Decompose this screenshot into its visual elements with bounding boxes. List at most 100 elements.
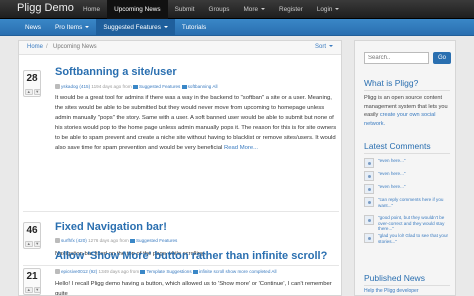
comment-item[interactable]: "glad you lol! Glad to see that your sto… bbox=[364, 232, 452, 248]
vote-count: 21 bbox=[26, 271, 38, 282]
story-category[interactable]: Template Suggestions bbox=[146, 269, 191, 274]
go-button[interactable]: Go bbox=[433, 52, 451, 64]
chevron-down-icon bbox=[163, 26, 168, 29]
user-avatar-icon bbox=[364, 158, 374, 168]
thumbs-down-icon[interactable]: ▼ bbox=[33, 287, 41, 293]
tag-icon bbox=[181, 84, 187, 89]
folder-icon bbox=[129, 238, 135, 243]
subnav-item-pro-items[interactable]: Pro Items bbox=[48, 19, 96, 36]
published-heading: Published News bbox=[364, 273, 425, 283]
vote-box: 46 ▲ ▼ bbox=[23, 222, 41, 249]
brand-logo[interactable]: Pligg Demo bbox=[17, 2, 74, 14]
comment-text: "good point, but they wouldn't be over-c… bbox=[378, 215, 445, 232]
comment-item[interactable]: "good point, but they wouldn't be over-c… bbox=[364, 214, 452, 232]
divider bbox=[364, 90, 450, 91]
topnav-item-more[interactable]: More bbox=[236, 0, 272, 19]
about-heading: What is Pligg? bbox=[364, 78, 419, 88]
story-tag[interactable]: infinite scroll show more completed All bbox=[199, 269, 277, 274]
story-text: It would be a great tool for admins if t… bbox=[55, 95, 337, 152]
topnav-item-label: More bbox=[243, 6, 259, 13]
thumbs-down-icon[interactable]: ▼ bbox=[33, 89, 41, 95]
topnav-item-label: Login bbox=[316, 6, 333, 13]
sort-label: Sort bbox=[314, 44, 326, 50]
avatar bbox=[55, 84, 60, 90]
thumbs-up-icon[interactable]: ▲ bbox=[25, 287, 33, 293]
story-author[interactable]: yskadog (415) bbox=[61, 84, 90, 89]
subnav-item-tutorials[interactable]: Tutorials bbox=[175, 19, 213, 36]
vote-box: 28 ▲ ▼ bbox=[23, 70, 41, 97]
story-title[interactable]: Softbanning a site/user bbox=[55, 66, 177, 78]
story-tag[interactable]: softbanning All bbox=[188, 84, 218, 89]
user-avatar-icon bbox=[364, 215, 374, 225]
story-category[interactable]: Suggested Features bbox=[136, 238, 177, 243]
story-author[interactable]: epicsive0012 (92) bbox=[61, 269, 97, 274]
sub-nav: News Pro Items Suggested Features Tutorials bbox=[18, 19, 213, 36]
folder-icon bbox=[132, 84, 138, 89]
story-meta: surfhfx (420) 1276 days ago from Suggest… bbox=[55, 238, 177, 244]
subnav-item-news[interactable]: News bbox=[18, 19, 48, 36]
breadcrumb-separator: / bbox=[46, 44, 48, 50]
topnav-item-upcoming-news[interactable]: Upcoming News bbox=[107, 0, 168, 19]
subnav-item-label: Suggested Features bbox=[103, 24, 161, 31]
divider bbox=[23, 265, 339, 266]
subnav-item-label: Tutorials bbox=[181, 24, 207, 31]
comment-item[interactable]: "can reply comments here if you want..." bbox=[364, 196, 452, 212]
story-meta: yskadog (415) 1194 days ago from Suggest… bbox=[55, 84, 218, 90]
chevron-down-icon bbox=[85, 26, 90, 29]
avatar bbox=[55, 269, 60, 275]
user-avatar-icon bbox=[364, 233, 374, 243]
comment-text: "even here..." bbox=[378, 171, 406, 176]
chevron-down-icon bbox=[329, 45, 333, 48]
breadcrumb-home[interactable]: Home bbox=[27, 44, 43, 50]
published-item[interactable]: Help the Pligg developer bbox=[364, 288, 418, 294]
story-time: 1349 days ago from bbox=[98, 269, 140, 274]
topnav-item-label: Home bbox=[83, 6, 101, 13]
comment-text: "can reply comments here if you want..." bbox=[378, 197, 444, 208]
story-meta: epicsive0012 (92) 1349 days ago from Tem… bbox=[55, 269, 277, 275]
vote-count: 46 bbox=[26, 225, 38, 236]
sort-dropdown[interactable]: Sort bbox=[315, 44, 333, 50]
top-navbar: Pligg Demo Home Upcoming News Submit Groups… bbox=[0, 0, 474, 19]
thumbs-up-icon[interactable]: ▲ bbox=[25, 89, 33, 95]
topnav-item-register[interactable]: Register bbox=[272, 0, 310, 19]
story-category[interactable]: Suggested Features bbox=[139, 84, 180, 89]
thumbs-down-icon[interactable]: ▼ bbox=[33, 241, 41, 247]
breadcrumb-current: Upcoming News bbox=[53, 44, 97, 50]
divider bbox=[364, 153, 450, 154]
story-title[interactable]: Allow 'Show More' button rather than inf… bbox=[55, 250, 327, 262]
story-title[interactable]: Fixed Navigation bar! bbox=[55, 221, 167, 233]
story-text: Hello! I recall Pligg demo having a butt… bbox=[55, 281, 332, 296]
subnav-item-label: Pro Items bbox=[54, 24, 83, 31]
topnav-item-label: Register bbox=[279, 6, 303, 13]
top-nav: Home Upcoming News Submit Groups More Registe… bbox=[76, 0, 346, 19]
sidebar: Go What is Pligg? Pligg is an open sourc… bbox=[354, 40, 456, 296]
topnav-item-label: Upcoming News bbox=[114, 6, 161, 13]
comment-text: "glad you lol! Glad to see that your sto… bbox=[378, 233, 449, 244]
avatar bbox=[55, 238, 60, 244]
subnav-item-label: News bbox=[25, 24, 41, 31]
breadcrumb: Home / Upcoming News Sort bbox=[19, 41, 341, 55]
topnav-item-groups[interactable]: Groups bbox=[201, 0, 236, 19]
story-body: It would be a great tool for admins if t… bbox=[55, 93, 337, 154]
story-author[interactable]: surfhfx (420) bbox=[61, 238, 87, 243]
divider bbox=[23, 211, 339, 212]
user-avatar-icon bbox=[364, 184, 374, 194]
main-content: Home / Upcoming News Sort 28 ▲ ▼ Softbann… bbox=[18, 40, 342, 296]
user-avatar-icon bbox=[364, 171, 374, 181]
topnav-item-login[interactable]: Login bbox=[310, 0, 347, 19]
comment-text: "even here..." bbox=[378, 184, 406, 189]
comments-heading: Latest Comments bbox=[364, 141, 431, 151]
chevron-down-icon bbox=[261, 8, 266, 11]
user-avatar-icon bbox=[364, 197, 374, 207]
tag-icon bbox=[192, 269, 198, 274]
story-time: 1194 days ago from bbox=[91, 84, 132, 89]
search-input[interactable] bbox=[364, 52, 429, 64]
topnav-item-home[interactable]: Home bbox=[76, 0, 107, 19]
thumbs-up-icon[interactable]: ▲ bbox=[25, 241, 33, 247]
comment-text: "even here..." bbox=[378, 158, 406, 163]
story-body: Hello! I recall Pligg demo having a butt… bbox=[55, 279, 337, 296]
topnav-item-label: Groups bbox=[208, 6, 230, 13]
subnav-item-suggested-features[interactable]: Suggested Features bbox=[96, 19, 175, 36]
topnav-item-submit[interactable]: Submit bbox=[168, 0, 202, 19]
read-more-link[interactable]: Read More... bbox=[224, 145, 258, 151]
